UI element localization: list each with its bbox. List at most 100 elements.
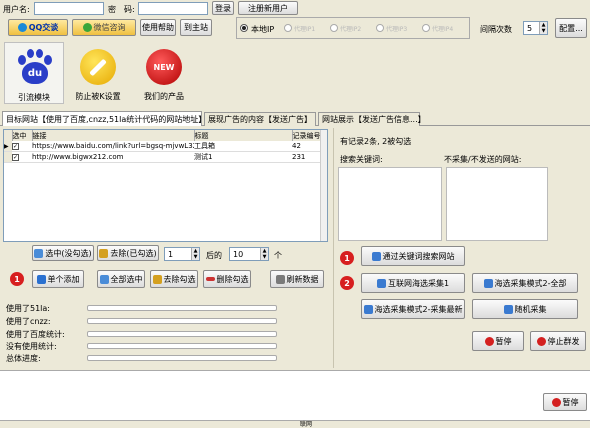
proxy-radio-4[interactable] bbox=[422, 24, 430, 32]
delete-checked-label: 删除勾选 bbox=[216, 274, 249, 284]
password-input[interactable] bbox=[138, 2, 208, 15]
refresh-label: 刷新数据 bbox=[286, 274, 319, 284]
username-input[interactable] bbox=[34, 2, 104, 15]
random-collect-button[interactable]: 随机采集 bbox=[472, 299, 578, 319]
noncollect-textarea[interactable] bbox=[446, 167, 548, 241]
remove-checked-label: 去除(已勾选) bbox=[110, 248, 157, 258]
wechat-button[interactable]: 微信咨询 bbox=[72, 19, 136, 36]
config-button[interactable]: 配置... bbox=[555, 18, 587, 38]
refresh-icon bbox=[275, 274, 285, 284]
random-icon bbox=[503, 304, 513, 314]
col-header-select[interactable]: 选中 bbox=[12, 130, 33, 141]
module-antiban-label: 防止被K设置 bbox=[75, 92, 121, 101]
stat-baidu-label: 使用了百度统计: bbox=[6, 330, 65, 339]
register-button[interactable]: 注册新用户 bbox=[238, 1, 298, 15]
uncheck-button[interactable]: 去除勾选 bbox=[150, 270, 198, 288]
pause-icon bbox=[484, 336, 494, 346]
table-row[interactable]: ✓ http://www.bigwx212.com 测试1 231 bbox=[4, 151, 327, 163]
sites-grid[interactable]: 选中 链接 标题 记录编号 ▶ ✓ https://www.baidu.com/… bbox=[3, 129, 328, 242]
row-indicator bbox=[4, 151, 12, 163]
remove-checked-button[interactable]: 去除(已勾选) bbox=[97, 245, 159, 261]
select-all-label: 全部选中 bbox=[110, 274, 143, 284]
random-collect-label: 随机采集 bbox=[514, 304, 547, 314]
step-badge-2: 2 bbox=[340, 276, 354, 290]
row-checkbox[interactable]: ✓ bbox=[12, 152, 32, 163]
collect-icon bbox=[376, 278, 386, 288]
delete-checked-button[interactable]: 删除勾选 bbox=[203, 270, 251, 288]
after-label: 后的 bbox=[206, 251, 222, 260]
password-label: 密 码: bbox=[108, 5, 135, 14]
record-summary: 有记录2条, 2被勾选 bbox=[340, 137, 412, 146]
module-antiban[interactable]: 防止被K设置 bbox=[68, 42, 128, 104]
proxy-radio-2[interactable] bbox=[330, 24, 338, 32]
tab-ad-content[interactable]: 展现广告的内容【发送广告】 bbox=[204, 112, 316, 126]
collect-mode2-newest-button[interactable]: 海选采集模式2-采集最新 bbox=[361, 299, 465, 319]
row-title: 测试1 bbox=[194, 153, 213, 161]
range-to-spinner[interactable]: 10 ▲ ▼ bbox=[229, 247, 269, 261]
local-ip-label: 本地IP bbox=[251, 25, 275, 34]
log-area bbox=[0, 370, 590, 420]
select-all-button[interactable]: 全部选中 bbox=[97, 270, 145, 288]
stat-51la-label: 使用了51la: bbox=[6, 304, 50, 313]
overall-progress-label: 总体进度: bbox=[6, 354, 41, 363]
collect-mode1-label: 互联网海选采集1 bbox=[387, 278, 450, 288]
interval-spinner[interactable]: 5 ▲ ▼ bbox=[523, 21, 548, 35]
home-button[interactable]: 到主站 bbox=[180, 19, 212, 36]
col-header-link[interactable]: 链接 bbox=[32, 130, 195, 141]
range-from-spinner[interactable]: 1 ▲ ▼ bbox=[164, 247, 200, 261]
stat-51la-bar bbox=[87, 305, 277, 311]
grid-scrollbar[interactable] bbox=[320, 130, 327, 241]
pause-button[interactable]: 暂停 bbox=[472, 331, 524, 351]
collect-mode1-button[interactable]: 互联网海选采集1 bbox=[361, 273, 465, 293]
wrench-icon bbox=[80, 49, 116, 85]
status-bar: 联网 bbox=[0, 420, 590, 428]
row-checkbox[interactable]: ✓ bbox=[12, 141, 32, 152]
help-button[interactable]: 使用帮助 bbox=[140, 19, 176, 36]
proxy-radio-1[interactable] bbox=[284, 24, 292, 32]
proxy-label-3: 代理IP3 bbox=[386, 26, 408, 33]
select-icon bbox=[34, 248, 44, 258]
baidu-paw-icon: du bbox=[16, 49, 54, 85]
uncheck-label: 去除勾选 bbox=[163, 274, 196, 284]
stat-cnzz-bar bbox=[87, 318, 277, 324]
stat-none-bar bbox=[87, 343, 277, 349]
col-header-title[interactable]: 标题 bbox=[194, 130, 293, 141]
keywords-textarea[interactable] bbox=[338, 167, 442, 241]
bottom-pause-button[interactable]: 暂停 bbox=[543, 393, 587, 411]
uncheck-icon bbox=[152, 274, 162, 284]
add-single-button[interactable]: 单个添加 bbox=[32, 270, 84, 288]
keyword-search-button[interactable]: 通过关键词搜索网站 bbox=[361, 246, 465, 266]
table-row[interactable]: ▶ ✓ https://www.baidu.com/link?url=bgsq-… bbox=[4, 141, 327, 152]
bottom-pause-icon bbox=[551, 397, 561, 407]
refresh-button[interactable]: 刷新数据 bbox=[270, 270, 324, 288]
select-unchecked-button[interactable]: 选中(没勾选) bbox=[32, 245, 94, 261]
spinner-arrows-icon[interactable]: ▲ ▼ bbox=[191, 248, 199, 260]
stop-broadcast-button[interactable]: 停止群发 bbox=[530, 331, 586, 351]
qq-chat-button[interactable]: QQ交谈 bbox=[8, 19, 68, 36]
local-ip-radio[interactable] bbox=[240, 24, 248, 32]
pause-label: 暂停 bbox=[495, 336, 512, 346]
collect-newest-icon bbox=[363, 304, 373, 314]
delete-icon bbox=[205, 277, 215, 281]
keyword-search-label: 通过关键词搜索网站 bbox=[382, 251, 455, 261]
noncollect-label: 不采集/不发送的网站: bbox=[444, 155, 522, 164]
status-text: 联网 bbox=[300, 421, 313, 428]
add-single-label: 单个添加 bbox=[47, 274, 80, 284]
tab-target-sites[interactable]: 目标网站【使用了百度,cnzz,51la统计代码的网站地址】 bbox=[2, 111, 206, 126]
new-badge-icon: NEW bbox=[146, 49, 182, 85]
spinner-arrows-icon[interactable]: ▲ ▼ bbox=[260, 248, 268, 260]
module-baidu-label: 引流模块 bbox=[18, 93, 50, 102]
proxy-radio-3[interactable] bbox=[376, 24, 384, 32]
spinner-arrows-icon[interactable]: ▲ ▼ bbox=[539, 22, 547, 34]
tab-site-display[interactable]: 网站展示【发送广告信息...】 bbox=[318, 112, 426, 126]
collect-mode2-all-button[interactable]: 海选采集模式2-全部 bbox=[472, 273, 578, 293]
module-baidu[interactable]: du 引流模块 bbox=[4, 42, 64, 104]
stat-cnzz-label: 使用了cnzz: bbox=[6, 317, 51, 326]
step-badge-1-right: 1 bbox=[340, 251, 354, 265]
login-button[interactable]: 登录 bbox=[212, 1, 234, 15]
bottom-pause-label: 暂停 bbox=[562, 397, 579, 407]
right-panel-divider bbox=[333, 128, 334, 368]
stop-icon bbox=[536, 336, 546, 346]
module-products[interactable]: NEW 我们的产品 bbox=[134, 42, 194, 104]
step-badge-1-left: 1 bbox=[10, 272, 24, 286]
